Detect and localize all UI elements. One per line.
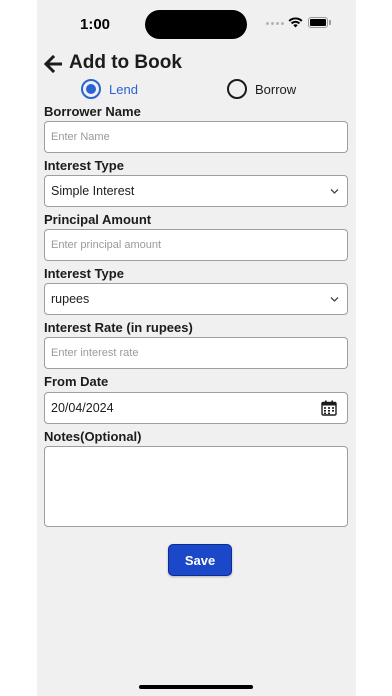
chevron-down-icon (330, 297, 339, 302)
notes-label: Notes(Optional) (44, 429, 142, 444)
interest-type-value: Simple Interest (51, 184, 135, 198)
status-time: 1:00 (80, 16, 111, 33)
calendar-icon[interactable] (321, 400, 337, 416)
interest-unit-value: rupees (51, 292, 90, 306)
arrow-left-icon[interactable] (44, 55, 62, 73)
principal-amount-label: Principal Amount (44, 212, 152, 227)
interest-unit-select[interactable]: rupees (44, 283, 348, 315)
cellular-signal-icon (266, 22, 284, 25)
principal-amount-placeholder: Enter principal amount (51, 239, 162, 251)
interest-rate-placeholder: Enter interest rate (51, 347, 139, 359)
interest-rate-label: Interest Rate (in rupees) (44, 320, 193, 335)
battery-icon (308, 17, 328, 28)
home-indicator (139, 685, 253, 689)
radio-lend[interactable]: Lend (81, 79, 138, 99)
radio-borrow-circle[interactable] (227, 79, 247, 99)
radio-lend-circle[interactable] (81, 79, 101, 99)
radio-borrow-label: Borrow (255, 81, 297, 97)
notes-textarea[interactable] (44, 446, 348, 527)
borrower-name-input[interactable]: Enter Name (44, 121, 348, 153)
app-screen: 1:00 Add to Book Lend Borrow Borrower Na… (37, 0, 356, 696)
chevron-down-icon (330, 189, 339, 194)
wifi-icon (288, 17, 303, 28)
from-date-input[interactable]: 20/04/2024 (44, 392, 348, 424)
radio-selected-dot (86, 84, 96, 94)
interest-unit-label: Interest Type (44, 266, 124, 281)
interest-type-select[interactable]: Simple Interest (44, 175, 348, 207)
radio-borrow[interactable]: Borrow (227, 79, 296, 99)
borrower-name-placeholder: Enter Name (51, 131, 110, 143)
radio-lend-label: Lend (109, 81, 138, 97)
from-date-value: 20/04/2024 (51, 401, 114, 415)
interest-rate-input[interactable]: Enter interest rate (44, 337, 348, 369)
principal-amount-input[interactable]: Enter principal amount (44, 229, 348, 261)
battery-nub (329, 20, 331, 25)
borrower-name-label: Borrower Name (44, 104, 141, 119)
page-title: Add to Book (69, 52, 182, 73)
dynamic-island (145, 10, 247, 39)
save-button[interactable]: Save (168, 544, 232, 576)
from-date-label: From Date (44, 374, 109, 389)
interest-type-label: Interest Type (44, 158, 124, 173)
